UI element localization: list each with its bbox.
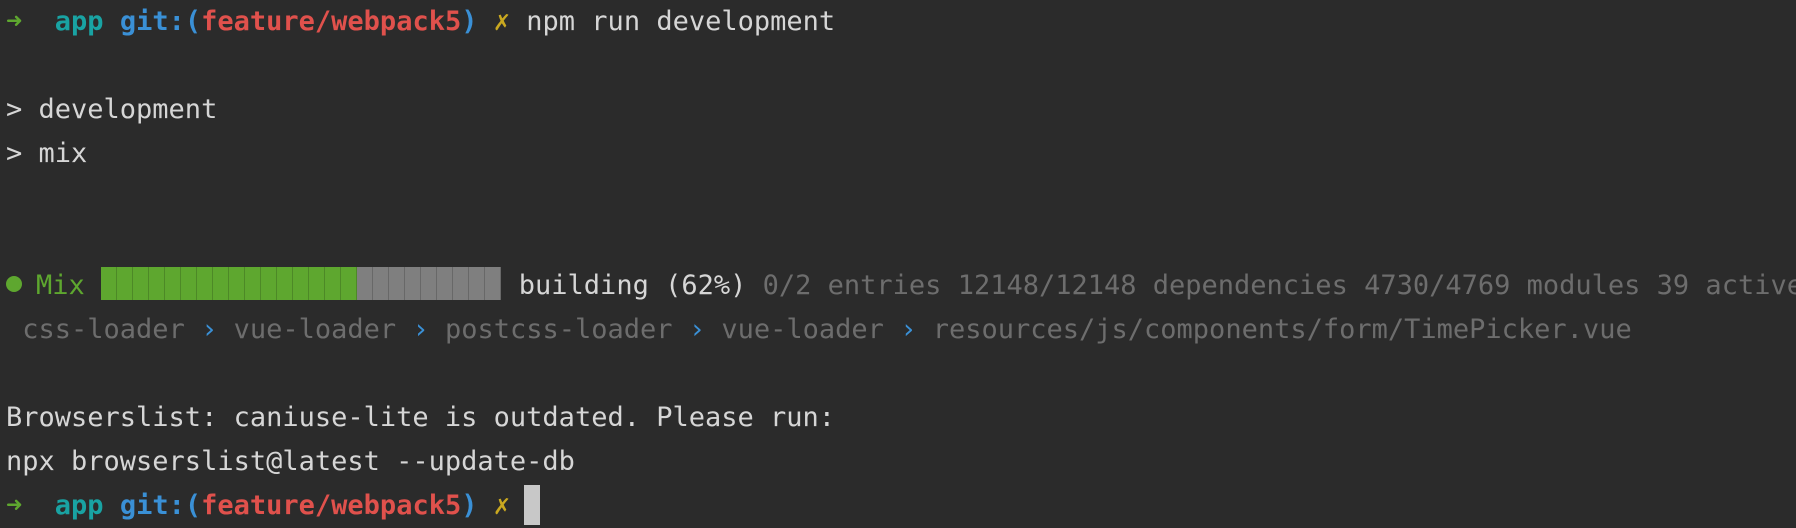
script-line: > development [6, 94, 218, 125]
chevron-right-icon: › [201, 314, 218, 345]
git-branch: feature/webpack5 [201, 490, 462, 521]
git-label: git: [119, 6, 185, 37]
dirty-marker-icon: ✗ [493, 490, 511, 521]
script-line: > mix [6, 138, 88, 169]
prompt-line: ➜ app git:(feature/webpack5) ✗ npm run d… [6, 0, 1796, 44]
loader-chain-line: css-loader › vue-loader › postcss-loader… [6, 308, 1796, 352]
loader-file: resources/js/components/form/TimePicker.… [932, 314, 1632, 345]
build-details: 0/2 entries 12148/12148 dependencies 473… [762, 270, 1796, 301]
terminal-window[interactable]: ➜ app git:(feature/webpack5) ✗ npm run d… [0, 0, 1796, 525]
prompt-line[interactable]: ➜ app git:(feature/webpack5) ✗ [6, 484, 1796, 528]
paren-open: ( [184, 490, 202, 521]
progress-bar-fill [100, 267, 357, 300]
build-status: building (62%) [518, 270, 747, 301]
loader-item: postcss-loader [444, 314, 673, 345]
prompt-directory: app [54, 490, 104, 521]
status-dot-icon [6, 275, 22, 292]
warning-line: npx browserslist@latest --update-db [6, 446, 575, 477]
build-progress-line: Mix building (62%) 0/2 entries 12148/1214… [6, 264, 1796, 308]
git-branch: feature/webpack5 [201, 6, 462, 37]
loader-item: vue-loader [721, 314, 884, 345]
progress-bar [100, 267, 501, 300]
loader-item: vue-loader [233, 314, 397, 345]
loader-item: css-loader [22, 314, 185, 345]
paren-close: ) [461, 6, 478, 37]
warning-line: Browserslist: caniuse-lite is outdated. … [6, 402, 836, 433]
prompt-arrow-icon: ➜ [6, 6, 23, 37]
dirty-marker-icon: ✗ [493, 6, 511, 37]
prompt-directory: app [54, 6, 104, 37]
command-text: npm run development [526, 6, 836, 37]
text-cursor[interactable] [524, 484, 541, 525]
chevron-right-icon: › [412, 314, 429, 345]
chevron-right-icon: › [688, 314, 706, 345]
build-label: Mix [36, 270, 85, 301]
chevron-right-icon: › [900, 314, 917, 345]
paren-open: ( [184, 6, 202, 37]
prompt-arrow-icon: ➜ [6, 490, 23, 521]
paren-close: ) [461, 490, 478, 521]
git-label: git: [119, 490, 185, 521]
